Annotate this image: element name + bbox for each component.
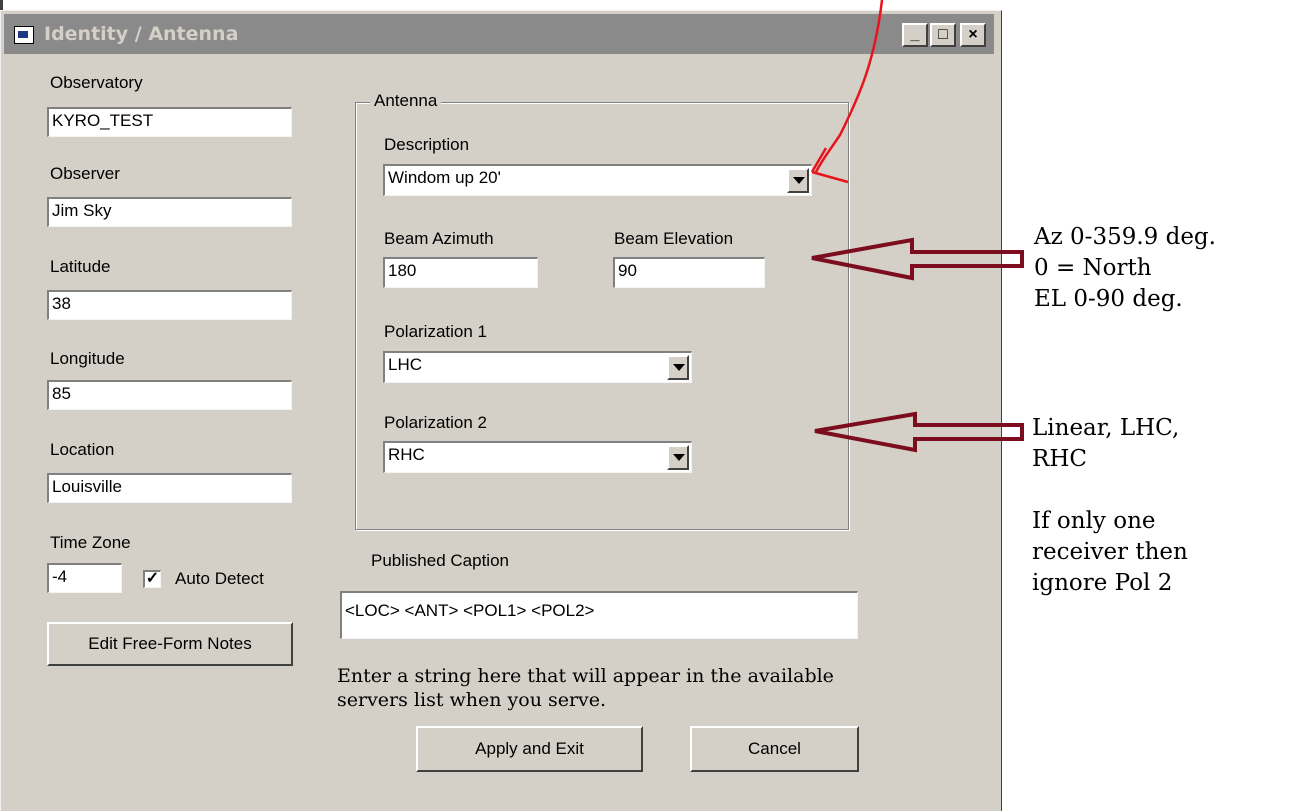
pol-arrow-icon (814, 411, 1024, 453)
pen-arrow-shaft (814, 0, 884, 173)
az-arrow-icon (811, 237, 1024, 281)
pen-arrow-head (810, 147, 849, 184)
annotation-overlay (810, 0, 1024, 453)
pol-note: Linear, LHC, RHC If only one receiver th… (1032, 415, 1188, 596)
az-note: Az 0-359.9 deg. 0 = North EL 0-90 deg. (1034, 224, 1216, 312)
